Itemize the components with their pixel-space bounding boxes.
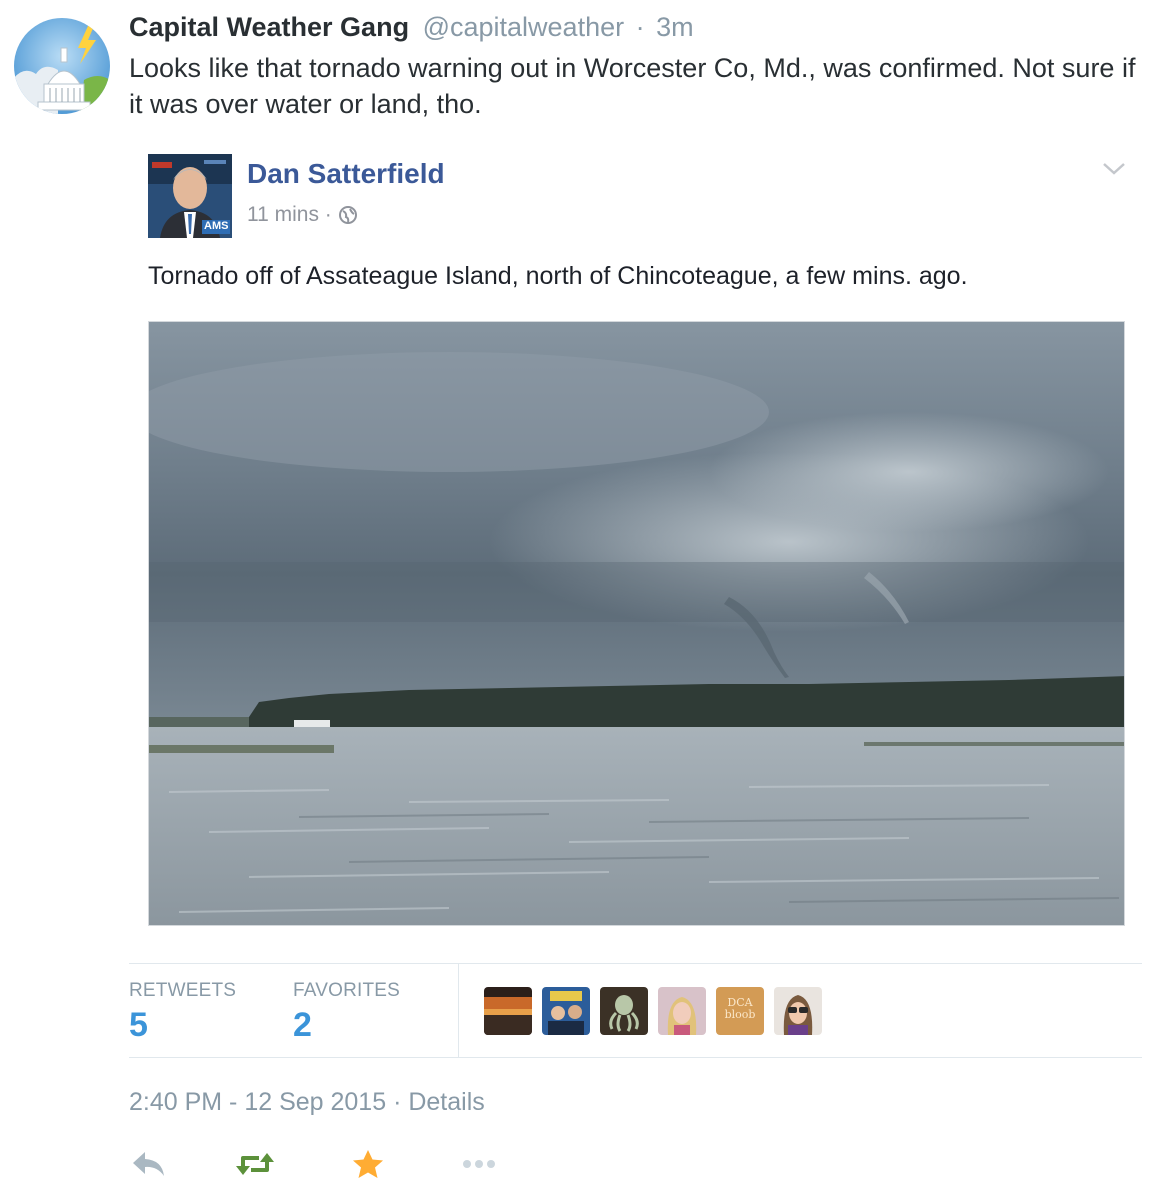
retweets-label[interactable]: RETWEETS (129, 980, 236, 1002)
favoriter-avatar[interactable] (658, 987, 706, 1035)
tweet-time[interactable]: 3m (656, 12, 694, 42)
favoriter-avatar[interactable] (600, 987, 648, 1035)
chevron-down-icon[interactable] (1101, 158, 1127, 178)
author-handle[interactable]: @capitalweather (423, 12, 625, 42)
stats-top-divider (129, 963, 1142, 964)
favoriter-avatar[interactable] (484, 987, 532, 1035)
favoriter-avatar[interactable] (542, 987, 590, 1035)
tornado-photo[interactable] (148, 321, 1125, 926)
avatar-badge: AMS (204, 220, 229, 232)
stats-bottom-divider (129, 1057, 1142, 1058)
stats-vertical-divider (458, 964, 459, 1057)
favoriter-avatar[interactable]: DCA bloob (716, 987, 764, 1035)
retweets-count[interactable]: 5 (129, 1006, 148, 1045)
tweet-text: Looks like that tornado warning out in W… (129, 53, 1136, 119)
author-avatar[interactable] (14, 18, 110, 114)
favorites-label[interactable]: FAVORITES (293, 980, 400, 1002)
reply-icon[interactable] (131, 1148, 167, 1180)
header-separator: · (635, 12, 645, 42)
favoriter-avatar[interactable] (774, 987, 822, 1035)
embedded-author-name[interactable]: Dan Satterfield (247, 158, 445, 190)
retweet-icon[interactable] (235, 1148, 274, 1180)
tweet-header: Capital Weather Gang @capitalweather · 3… (129, 12, 694, 43)
favorites-count[interactable]: 2 (293, 1006, 312, 1045)
embedded-post-text: Tornado off of Assateague Island, north … (148, 262, 968, 290)
globe-icon (338, 205, 358, 225)
more-icon[interactable] (461, 1148, 497, 1180)
author-name[interactable]: Capital Weather Gang (129, 12, 409, 42)
favorite-icon[interactable] (351, 1148, 387, 1180)
embedded-post-time[interactable]: 11 mins · (247, 203, 332, 227)
embedded-author-avatar[interactable]: AMS (148, 154, 232, 238)
embedded-post-meta: 11 mins · (247, 203, 358, 227)
tweet-timestamp[interactable]: 2:40 PM - 12 Sep 2015 · Details (129, 1088, 485, 1117)
